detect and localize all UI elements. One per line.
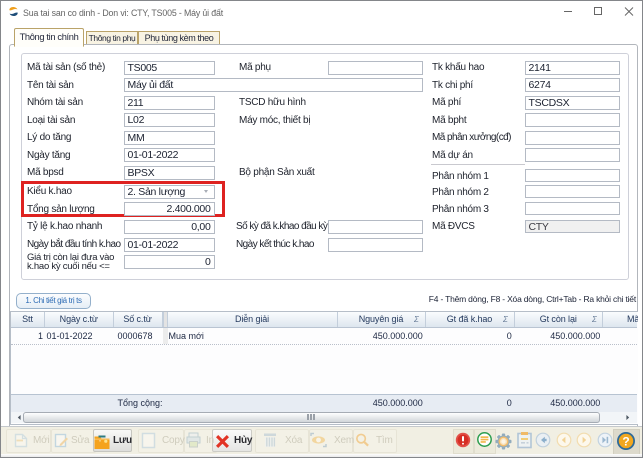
svg-text:?: ? — [622, 434, 629, 448]
